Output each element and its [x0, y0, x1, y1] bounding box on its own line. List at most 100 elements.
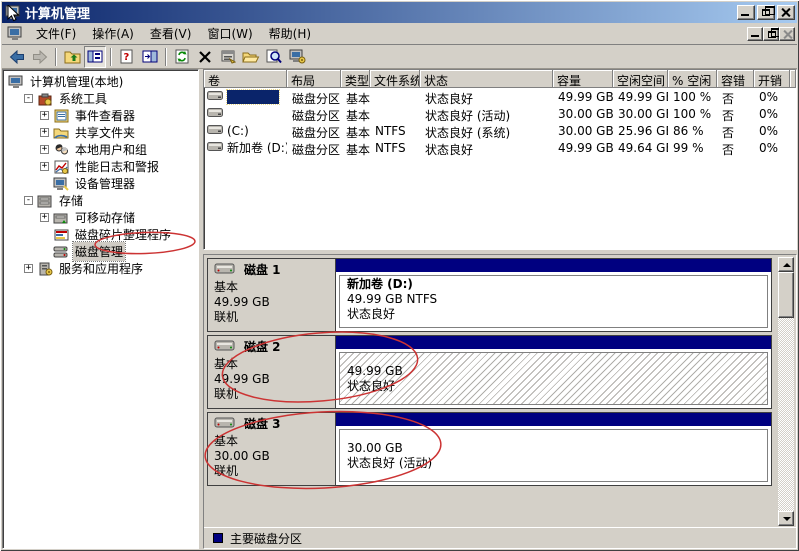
tree-item-event-viewer[interactable]: + 事件查看器	[3, 107, 198, 124]
close-button[interactable]	[777, 5, 795, 20]
title-bar[interactable]: 计算机管理	[2, 2, 797, 23]
volume-list-header: 卷 布局 类型 文件系统 状态 容量 空闲空间 % 空闲 容错 开销	[204, 70, 796, 88]
menu-help[interactable]: 帮助(H)	[261, 23, 319, 44]
expand-icon[interactable]: +	[24, 264, 33, 273]
properties-button[interactable]	[217, 46, 239, 68]
expand-icon[interactable]: +	[40, 111, 49, 120]
tree-item-storage[interactable]: - 存储	[3, 192, 198, 209]
volume-region-unformatted[interactable]: 49.99 GB 状态良好	[339, 352, 768, 405]
minimize-button[interactable]	[737, 5, 755, 20]
column-header-filesystem[interactable]: 文件系统	[370, 70, 420, 88]
volume-size-fs: 49.99 GB	[347, 364, 760, 379]
volume-region-d[interactable]: 新加卷 (D:) 49.99 GB NTFS 状态良好	[339, 275, 768, 328]
volume-icon	[207, 107, 223, 121]
show-hide-console-tree-button[interactable]	[84, 46, 106, 68]
column-header-fault-tolerance[interactable]: 容错	[717, 70, 754, 88]
restore-button[interactable]	[757, 5, 775, 20]
tree-item-computer-management[interactable]: 计算机管理(本地)	[3, 73, 198, 90]
removable-storage-icon	[53, 211, 69, 225]
refresh-button[interactable]	[171, 46, 193, 68]
show-hide-action-pane-button[interactable]	[139, 46, 161, 68]
column-header-type[interactable]: 类型	[341, 70, 370, 88]
disk-management-icon	[53, 245, 69, 259]
disk-state: 联机	[214, 310, 331, 325]
arrow-up-icon	[783, 263, 791, 267]
disk-drive-icon	[214, 262, 236, 279]
users-icon	[53, 143, 69, 157]
disk-row-2: 磁盘 2 基本 49.99 GB 联机 49.99 GB 状态良好	[207, 335, 772, 409]
tree-item-local-users-groups[interactable]: + 本地用户和组	[3, 141, 198, 158]
tree-item-device-manager[interactable]: 设备管理器	[3, 175, 198, 192]
open-button[interactable]	[240, 46, 262, 68]
performance-chart-icon	[53, 160, 69, 174]
column-header-volume[interactable]: 卷	[204, 70, 287, 88]
up-folder-icon	[64, 50, 81, 64]
manage-button[interactable]	[286, 46, 308, 68]
scroll-down-button[interactable]	[778, 511, 794, 526]
column-header-status[interactable]: 状态	[420, 70, 553, 88]
expand-icon[interactable]: +	[40, 128, 49, 137]
delete-icon	[198, 50, 212, 64]
up-one-level-button[interactable]	[61, 46, 83, 68]
column-header-free-space[interactable]: 空闲空间	[613, 70, 668, 88]
toolbar-separator	[110, 48, 112, 66]
computer-icon	[8, 75, 24, 89]
minimize-icon	[751, 35, 759, 37]
menu-window[interactable]: 窗口(W)	[199, 23, 260, 44]
scroll-up-button[interactable]	[778, 257, 794, 272]
help-doc-icon: ?	[120, 49, 134, 64]
find-button[interactable]	[263, 46, 285, 68]
tree-item-disk-management[interactable]: 磁盘管理	[3, 243, 198, 260]
disk-name: 磁盘 1	[244, 263, 281, 278]
computer-gear-icon	[289, 49, 306, 64]
collapse-icon[interactable]: -	[24, 94, 33, 103]
disk-size: 49.99 GB	[214, 372, 331, 387]
restore-icon	[762, 9, 770, 16]
magnifier-icon	[266, 49, 282, 64]
disk-name: 磁盘 3	[244, 417, 281, 432]
child-minimize-button[interactable]	[747, 27, 763, 41]
column-header-capacity[interactable]: 容量	[553, 70, 613, 88]
forward-button	[29, 46, 51, 68]
tree-item-system-tools[interactable]: - 系统工具	[3, 90, 198, 107]
disk-graphical-panel: 磁盘 1 基本 49.99 GB 联机 新加卷 (D:) 49.99 GB NT…	[203, 254, 797, 549]
close-icon	[783, 30, 793, 39]
expand-icon[interactable]: +	[40, 213, 49, 222]
restore-icon	[768, 31, 776, 38]
volume-row[interactable]: 新加卷 (D:) 磁盘分区 基本 NTFS 状态良好 49.99 GB 49.6…	[204, 139, 796, 156]
volume-size-fs: 30.00 GB	[347, 441, 760, 456]
expand-icon[interactable]: +	[40, 145, 49, 154]
tree-item-performance-logs[interactable]: + 性能日志和警报	[3, 158, 198, 175]
console-tree-panel: 计算机管理(本地) - 系统工具 + 事件查看器 + 共享文件夹 + 本地用户和	[2, 69, 199, 549]
expand-icon[interactable]: +	[40, 162, 49, 171]
volume-row[interactable]: 磁盘分区 基本 状态良好 49.99 GB 49.99 GB 100 % 否 0…	[204, 88, 796, 105]
disk-3-header[interactable]: 磁盘 3 基本 30.00 GB 联机	[208, 413, 336, 485]
volume-row[interactable]: (C:) 磁盘分区 基本 NTFS 状态良好 (系统) 30.00 GB 25.…	[204, 122, 796, 139]
volume-region-active[interactable]: 30.00 GB 状态良好 (活动)	[339, 429, 768, 482]
column-header-overhead[interactable]: 开销	[754, 70, 790, 88]
tree-item-removable-storage[interactable]: + 可移动存储	[3, 209, 198, 226]
back-button[interactable]	[6, 46, 28, 68]
collapse-icon[interactable]: -	[24, 196, 33, 205]
volume-row[interactable]: 磁盘分区 基本 状态良好 (活动) 30.00 GB 30.00 GB 100 …	[204, 105, 796, 122]
open-folder-icon	[242, 50, 260, 64]
disk-2-bar: 49.99 GB 状态良好	[336, 336, 771, 408]
vertical-scrollbar[interactable]	[778, 257, 794, 526]
delete-button[interactable]	[194, 46, 216, 68]
column-header-layout[interactable]: 布局	[287, 70, 341, 88]
svg-text:?: ?	[124, 52, 130, 63]
disk-2-header[interactable]: 磁盘 2 基本 49.99 GB 联机	[208, 336, 336, 408]
menu-view[interactable]: 查看(V)	[142, 23, 200, 44]
tree-item-shared-folders[interactable]: + 共享文件夹	[3, 124, 198, 141]
help-button[interactable]: ?	[116, 46, 138, 68]
volume-status: 状态良好	[347, 379, 760, 394]
scrollbar-thumb[interactable]	[778, 272, 794, 318]
menu-file[interactable]: 文件(F)	[28, 23, 84, 44]
tree-item-disk-defragmenter[interactable]: 磁盘碎片整理程序	[3, 226, 198, 243]
child-restore-button[interactable]	[763, 27, 779, 41]
legend-label: 主要磁盘分区	[230, 530, 302, 547]
menu-action[interactable]: 操作(A)	[84, 23, 142, 44]
column-header-pct-free[interactable]: % 空闲	[668, 70, 717, 88]
disk-1-header[interactable]: 磁盘 1 基本 49.99 GB 联机	[208, 259, 336, 331]
tree-item-services-applications[interactable]: + 服务和应用程序	[3, 260, 198, 277]
